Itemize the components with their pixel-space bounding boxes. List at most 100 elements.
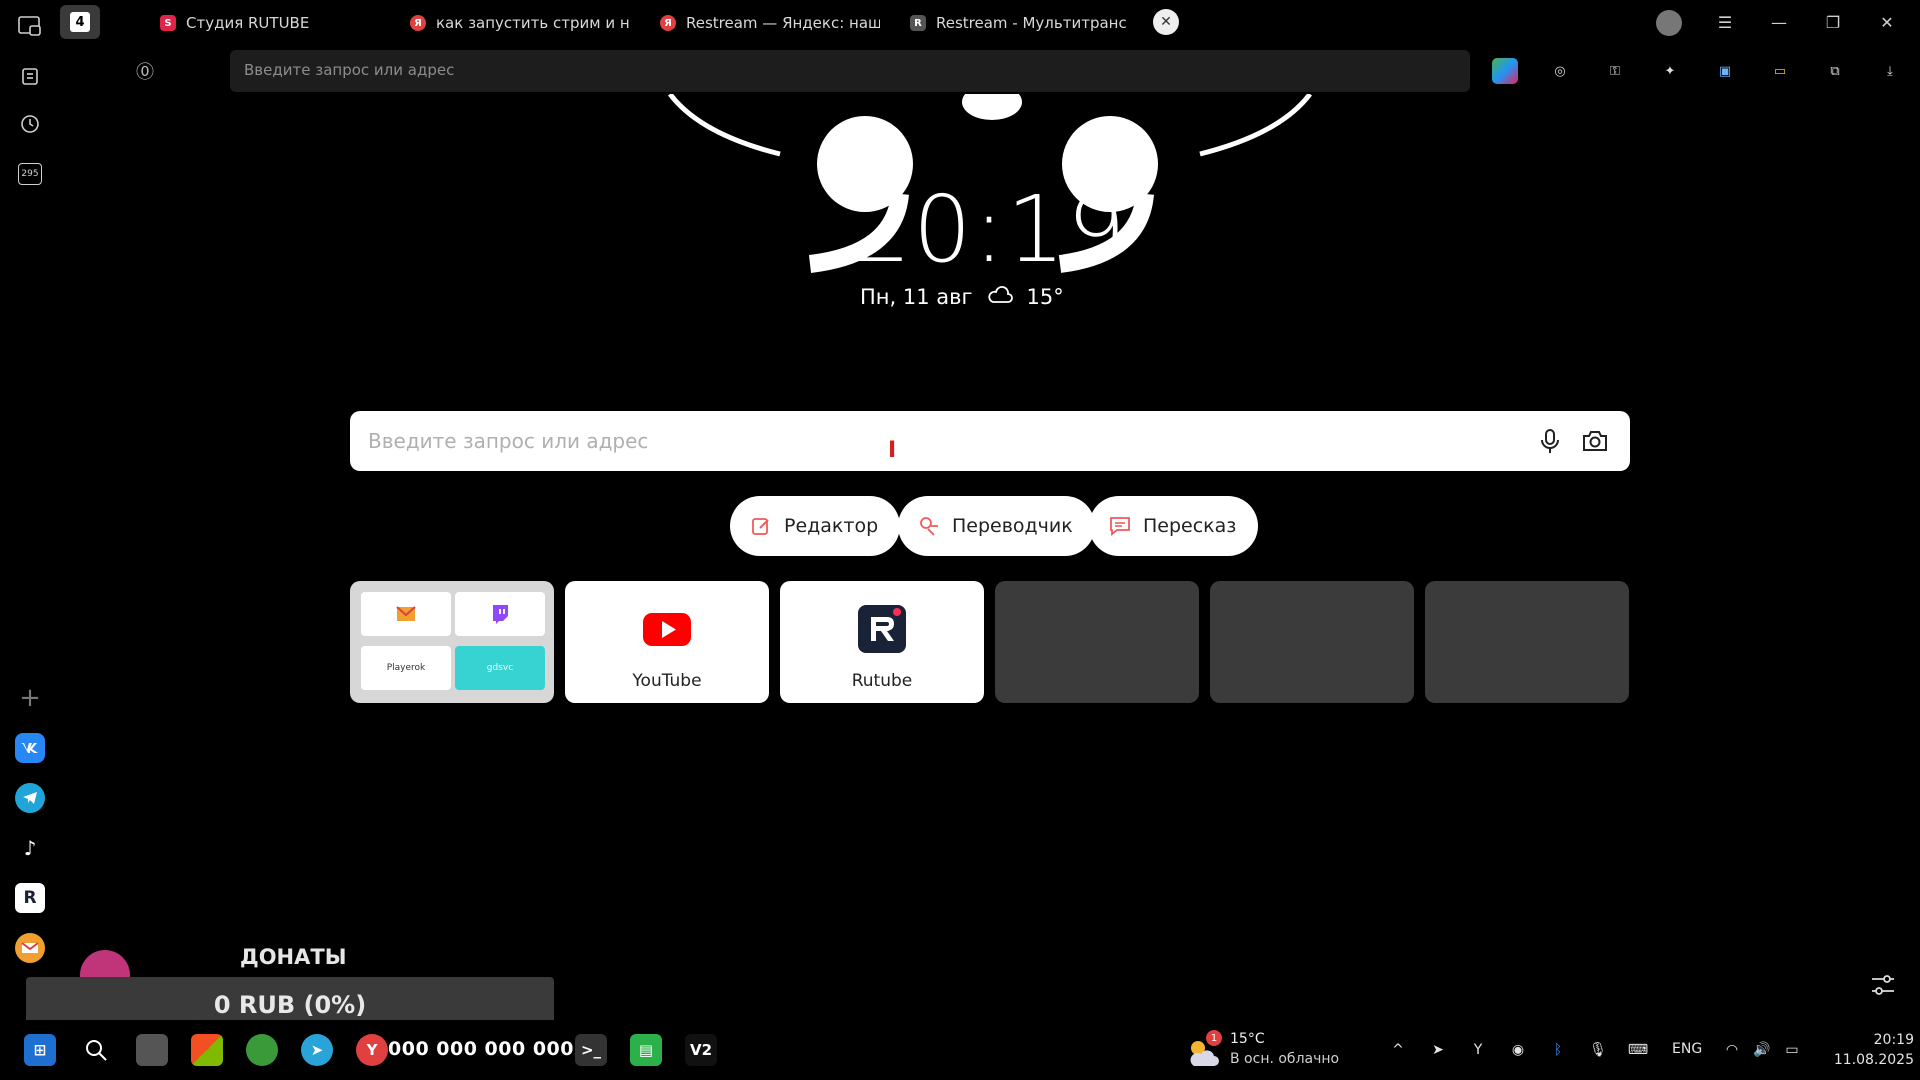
battery-tray-icon[interactable]: ▭	[1780, 1038, 1804, 1062]
tab-search-stream[interactable]: Я как запустить стрим и н	[410, 8, 690, 38]
date-text: Пн, 11 авг	[860, 285, 973, 309]
profile-avatar[interactable]	[1656, 10, 1682, 36]
tile-label: Rutube	[851, 671, 913, 691]
address-bar-text: Введите запрос или адрес	[244, 61, 455, 79]
browser-sidebar: 295 + ♪ R	[0, 0, 60, 1020]
protect-shield-icon[interactable]: ⓪	[132, 58, 158, 84]
battery-icon[interactable]: ▭	[1767, 58, 1793, 84]
tab-title: Студия RUTUBE	[186, 14, 310, 32]
telegram-taskbar-icon[interactable]: ➤	[301, 1034, 333, 1066]
close-tab-icon[interactable]: ✕	[1153, 9, 1179, 35]
tab-title: Restream — Яндекс: наш	[686, 14, 880, 32]
tab-group-counter[interactable]: 4	[60, 5, 100, 39]
yandex-tray-icon[interactable]: Y	[1466, 1038, 1490, 1062]
extension-puzzle-icon[interactable]: ✦	[1657, 58, 1683, 84]
extension-key-icon[interactable]: ⚿	[1602, 58, 1628, 84]
language-indicator[interactable]: ENG	[1672, 1041, 1702, 1057]
vk-icon[interactable]	[15, 733, 45, 763]
tray-expand-icon[interactable]: ^	[1386, 1038, 1410, 1062]
youtube-tile[interactable]: YouTube	[565, 581, 769, 703]
terminal-icon[interactable]: >_	[575, 1034, 607, 1066]
store-icon[interactable]	[191, 1034, 223, 1066]
close-window-icon[interactable]: ✕	[1875, 10, 1899, 34]
bookmarks-icon[interactable]	[14, 60, 46, 92]
mail-mini-icon	[361, 592, 451, 636]
weather-description: В осн. облачно	[1230, 1051, 1340, 1067]
customize-sliders-icon[interactable]	[1870, 973, 1900, 1003]
extension-color-icon[interactable]	[1492, 58, 1518, 84]
history-icon[interactable]	[14, 108, 46, 140]
telegram-tray-icon[interactable]: ➤	[1426, 1038, 1450, 1062]
start-button-icon[interactable]: ⊞	[24, 1034, 56, 1066]
pill-label: Пересказ	[1143, 515, 1237, 537]
microphone-tray-icon[interactable]: 🎙	[1586, 1038, 1610, 1062]
empty-tile[interactable]	[1210, 581, 1414, 703]
editor-pill-button[interactable]: Редактор	[730, 496, 901, 556]
weather-widget[interactable]: 1 15°C В осн. облачно	[1186, 1030, 1366, 1074]
telegram-icon[interactable]	[15, 783, 45, 813]
folder-tile[interactable]: Playerok gdsvc	[350, 581, 554, 703]
yandex-favicon-icon: Я	[410, 15, 426, 31]
twitch-mini-icon	[455, 592, 545, 636]
donations-title: ДОНАТЫ	[240, 945, 347, 969]
extension-camera-icon[interactable]: ◎	[1547, 58, 1573, 84]
sheets-icon[interactable]: ▤	[630, 1034, 662, 1066]
downloads-icon[interactable]: ⤓	[1877, 58, 1903, 84]
weather-temp: 15°	[1026, 285, 1064, 309]
tabs-overview-icon[interactable]	[14, 10, 46, 42]
tiktok-icon[interactable]: ♪	[15, 833, 45, 863]
tab-restream-multistream[interactable]: R Restream - Мультитранс	[910, 8, 1180, 38]
date-weather-line: Пн, 11 авг 15°	[860, 282, 1120, 312]
empty-tile[interactable]	[1425, 581, 1629, 703]
notifications-badge[interactable]: 295	[14, 158, 46, 190]
mail-icon[interactable]	[15, 933, 45, 963]
translator-pill-button[interactable]: Переводчик	[898, 496, 1095, 556]
search-input[interactable]	[368, 411, 1528, 471]
weather-badge: 1	[1206, 1030, 1222, 1046]
empty-tile[interactable]	[995, 581, 1199, 703]
steam-tray-icon[interactable]: ◉	[1506, 1038, 1530, 1062]
search-box	[350, 411, 1630, 471]
task-view-icon[interactable]	[136, 1034, 168, 1066]
v2-app-icon[interactable]: V2	[685, 1034, 717, 1066]
keyboard-icon[interactable]: ⌨	[1626, 1038, 1650, 1062]
xbox-icon[interactable]	[246, 1034, 278, 1066]
restream-favicon-icon: R	[910, 15, 926, 31]
tab-restream[interactable]: Я Restream — Яндекс: наш	[660, 8, 880, 38]
taskbar-clock[interactable]: 20:19 11.08.2025	[1822, 1030, 1914, 1070]
add-app-icon[interactable]: +	[14, 682, 46, 714]
taskbar: ⊞ ➤ Y 000 000 000 000 >_ ▤ V2 1 15°C В о…	[0, 1020, 1920, 1080]
gdsvc-mini-tile: gdsvc	[455, 646, 545, 690]
rutube-tile[interactable]: Rutube	[780, 581, 984, 703]
rutube-logo-icon	[858, 605, 906, 653]
bluetooth-icon[interactable]: ᛒ	[1546, 1038, 1570, 1062]
tab-count: 4	[70, 12, 90, 32]
tab-rutube-studio[interactable]: S Студия RUTUBE	[160, 8, 360, 38]
taskbar-time: 20:19	[1873, 1032, 1914, 1048]
tab-strip: 4 S Студия RUTUBE Я как запустить стрим …	[60, 0, 1920, 46]
text-cursor-icon: I	[888, 438, 897, 463]
yandex-favicon-icon: Я	[660, 15, 676, 31]
retell-pill-button[interactable]: Пересказ	[1089, 496, 1259, 556]
rutube-icon[interactable]: R	[15, 883, 45, 913]
restore-icon[interactable]: ❐	[1821, 10, 1845, 34]
extension-screen-icon[interactable]: ▣	[1712, 58, 1738, 84]
translate-icon	[918, 515, 940, 537]
search-icon[interactable]	[80, 1034, 112, 1066]
tab-title: как запустить стрим и н	[436, 14, 630, 32]
minimize-icon[interactable]: —	[1767, 10, 1791, 34]
donations-amount: 0 RUB (0%)	[213, 991, 367, 1019]
wifi-icon[interactable]: ◠	[1720, 1038, 1744, 1062]
edit-icon	[750, 515, 772, 537]
microphone-icon[interactable]	[1535, 426, 1565, 456]
extensions-menu-icon[interactable]: ⧉	[1822, 58, 1848, 84]
address-bar[interactable]: Введите запрос или адрес	[230, 50, 1470, 92]
weather-temperature: 15°C	[1230, 1031, 1265, 1047]
donation-avatar	[80, 950, 130, 980]
yandex-browser-icon[interactable]: Y	[356, 1034, 388, 1066]
pill-label: Редактор	[784, 515, 879, 537]
menu-icon[interactable]: ☰	[1713, 10, 1737, 34]
volume-icon[interactable]: 🔊	[1750, 1038, 1774, 1062]
camera-search-icon[interactable]	[1580, 426, 1610, 456]
tile-label: YouTube	[632, 671, 702, 691]
